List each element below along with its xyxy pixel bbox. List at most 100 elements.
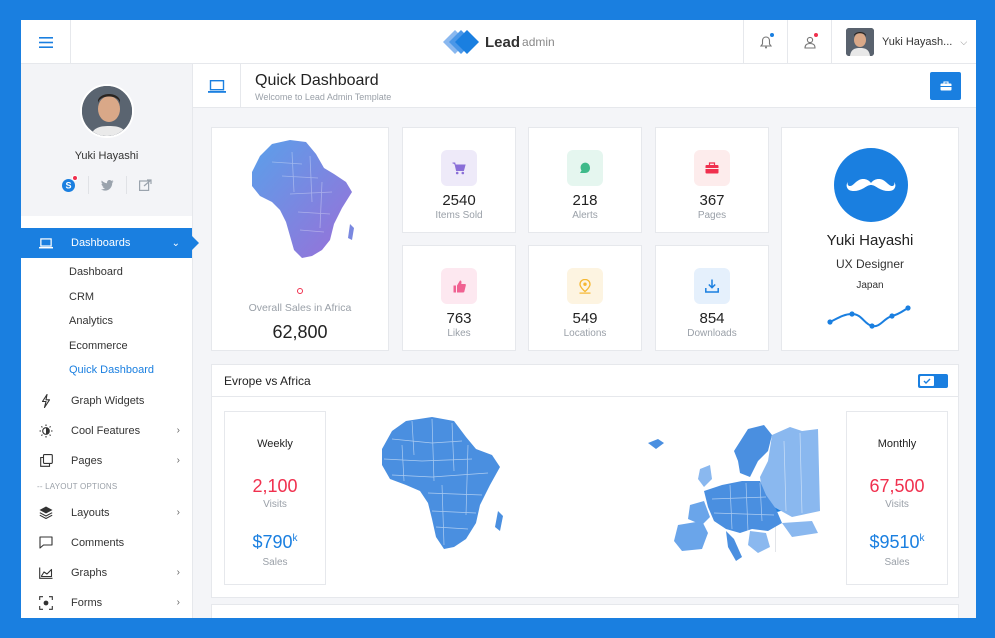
profile-card: Yuki Hayashi UX Designer Japan (781, 127, 959, 351)
kpi-visits-value: 2,100 (252, 476, 298, 496)
sidebar-item-label: Layouts (71, 506, 110, 519)
stat-label: Locations (563, 328, 607, 339)
download-icon (694, 268, 730, 304)
briefcase-icon (694, 150, 730, 186)
sidebar-subitem-analytics[interactable]: Analytics (21, 309, 192, 334)
kpi-sales-value: $9510k (847, 532, 947, 553)
sidebar-item-comments[interactable]: Comments (21, 528, 192, 558)
europe-map (648, 425, 820, 561)
sparkline (827, 305, 911, 329)
svg-text:S: S (65, 180, 71, 190)
share-icon (138, 179, 152, 191)
target-icon (39, 595, 53, 610)
user-dot (813, 32, 819, 38)
kpi-sales-unit: k (919, 533, 925, 544)
kpi-sales-label: Sales (262, 557, 288, 568)
kpi-sales-value: $790k (225, 532, 325, 553)
kpi-sales-unit: k (292, 533, 298, 544)
skype-link[interactable]: S (50, 175, 88, 194)
chat-icon (39, 536, 53, 550)
top-bar: Lead admin Yuki Hayash... ⌵ (21, 20, 976, 64)
page-title: Quick Dashboard (255, 72, 379, 89)
logo-subtext: admin (522, 35, 555, 49)
sidebar: Yuki Hayashi S Dashboards ⌄ Dashboard CR… (21, 64, 199, 618)
view-toggle[interactable] (918, 374, 948, 388)
sidebar-nav: Dashboards ⌄ Dashboard CRM Analytics Eco… (21, 216, 199, 618)
layers-icon (39, 506, 53, 520)
map-pin-icon (567, 268, 603, 304)
monthly-kpi-card: Monthly 67,500 Visits $9510k Sales (846, 411, 948, 585)
kpi-heading: Monthly (877, 438, 917, 450)
mustache-avatar (834, 148, 908, 222)
stat-card-downloads: 854 Downloads (655, 245, 769, 351)
map-value: 62,800 (272, 322, 328, 342)
chevron-down-icon: ⌄ (171, 237, 180, 249)
social-links: S (50, 175, 164, 194)
sidebar-item-layouts[interactable]: Layouts › (21, 498, 192, 528)
africa-map (252, 140, 354, 258)
sidebar-item-forms[interactable]: Forms › (21, 588, 192, 618)
user-requests-button[interactable] (787, 20, 831, 64)
chevron-down-icon: ⌵ (960, 36, 968, 47)
stat-value: 2540 (442, 192, 476, 209)
area-chart-icon (39, 566, 53, 580)
app-window: Lead admin Yuki Hayash... ⌵ Yuki Hayashi (21, 20, 976, 618)
header-action-button[interactable] (930, 72, 961, 100)
sidebar-item-graph-widgets[interactable]: Graph Widgets (21, 386, 192, 416)
twitter-link[interactable] (87, 176, 126, 194)
page-subtitle: Welcome to Lead Admin Template (255, 92, 392, 102)
next-card (211, 604, 959, 618)
notification-dot (769, 32, 775, 38)
stat-value: 854 (699, 310, 725, 327)
skype-dot (71, 175, 78, 181)
logo[interactable]: Lead admin (441, 28, 555, 56)
laptop-icon (39, 236, 53, 250)
stat-card-likes: 763 Likes (402, 245, 516, 351)
sidebar-subitem-dashboard[interactable]: Dashboard (21, 260, 192, 285)
sidebar-item-pages[interactable]: Pages › (21, 446, 192, 476)
sidebar-item-label: Pages (71, 454, 103, 467)
share-link[interactable] (125, 176, 164, 194)
menu-toggle-button[interactable] (21, 20, 71, 64)
briefcase-icon (940, 81, 951, 91)
kpi-sales-amount: $790 (252, 532, 293, 552)
card-header: Evrope vs Africa (212, 365, 958, 397)
sidebar-subitem-ecommerce[interactable]: Ecommerce (21, 334, 192, 359)
logo-icon (443, 30, 479, 54)
sidebar-item-graphs[interactable]: Graphs › (21, 558, 192, 588)
sidebar-item-label: Cool Features (71, 424, 141, 437)
stat-value: 218 (572, 192, 598, 209)
twitter-icon (100, 179, 113, 191)
notifications-button[interactable] (743, 20, 787, 64)
comparison-card: Evrope vs Africa Weekly 2,100 Visits $79… (211, 364, 959, 598)
user-menu[interactable]: Yuki Hayash... ⌵ (831, 20, 976, 64)
user-name: Yuki Hayash... (882, 36, 953, 48)
sidebar-item-label: Comments (71, 536, 125, 549)
thumbs-up-icon (441, 268, 477, 304)
mustache-icon (846, 179, 896, 192)
chevron-right-icon: › (176, 507, 180, 518)
kpi-visits-label: Visits (885, 499, 909, 510)
logo-text: Lead (485, 33, 521, 51)
chevron-right-icon: › (176, 425, 180, 436)
bell-alert-icon (567, 150, 603, 186)
avatar[interactable] (79, 84, 134, 138)
sidebar-item-dashboards[interactable]: Dashboards ⌄ (21, 228, 199, 258)
sidebar-subitem-quick-dashboard[interactable]: Quick Dashboard (21, 358, 192, 383)
africa-sales-card: Overall Sales in Africa 62,800 (211, 127, 389, 351)
chevron-right-icon: › (176, 455, 180, 466)
stat-value: 549 (572, 310, 598, 327)
stat-card-pages: 367 Pages (655, 127, 769, 233)
sun-icon (39, 424, 53, 438)
kpi-sales-amount: $9510 (869, 532, 920, 552)
kpi-sales-label: Sales (884, 557, 910, 568)
section-label: -- LAYOUT OPTIONS (37, 482, 118, 491)
sidebar-item-cool-features[interactable]: Cool Features › (21, 416, 192, 446)
sidebar-item-label: Graphs (71, 566, 108, 579)
stat-card-locations: 549 Locations (528, 245, 642, 351)
africa-map-detailed (382, 417, 503, 549)
sidebar-subitem-crm[interactable]: CRM (21, 285, 192, 310)
card-title: Evrope vs Africa (224, 373, 311, 388)
kpi-visits-value: 67,500 (869, 476, 925, 496)
stat-label: Downloads (687, 328, 737, 339)
